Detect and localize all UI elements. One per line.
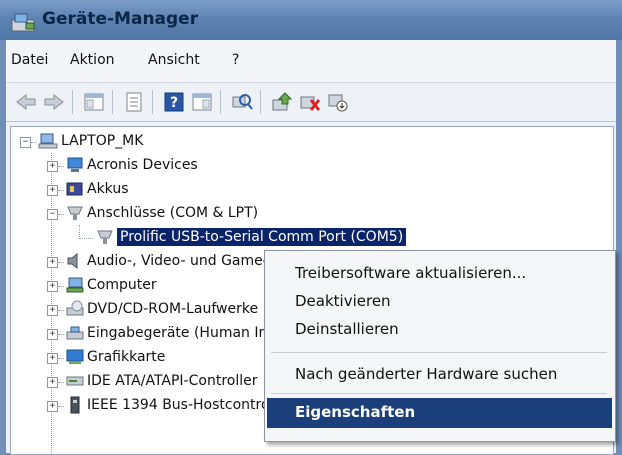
back-arrow-icon[interactable] xyxy=(14,91,38,113)
menu-item-update-driver[interactable]: Treibersoftware aktualisieren... xyxy=(295,264,526,282)
tree-item-label: DVD/CD-ROM-Laufwerke xyxy=(87,301,259,317)
disable-icon[interactable] xyxy=(326,91,350,113)
tree-item-label: Acronis Devices xyxy=(87,157,198,173)
acronis-device-icon xyxy=(67,157,83,172)
expand-expander[interactable]: + xyxy=(47,353,58,364)
ide-controller-icon xyxy=(66,376,84,386)
uninstall-icon[interactable] xyxy=(298,91,322,113)
menu-separator xyxy=(271,352,607,353)
scan-hardware-icon[interactable] xyxy=(230,91,254,113)
window-title: Geräte-Manager xyxy=(42,9,199,29)
toolbar-separator xyxy=(220,90,221,114)
collapse-expander[interactable]: − xyxy=(20,137,31,148)
svg-text:?: ? xyxy=(170,95,178,111)
device-manager-app-icon xyxy=(11,13,35,32)
toolbar-separator xyxy=(112,90,113,114)
tree-item-label: Computer xyxy=(87,277,157,293)
show-hide-tree-icon[interactable] xyxy=(82,91,106,113)
tree-node-root[interactable]: − LAPTOP_MK xyxy=(11,131,611,153)
menu-item-uninstall[interactable]: Deinstallieren xyxy=(295,320,399,338)
port-connector-icon xyxy=(67,206,83,220)
tree-item-label: Prolific USB-to-Serial Comm Port (COM5) xyxy=(117,228,407,246)
menu-help[interactable]: ? xyxy=(232,52,239,68)
menu-item-properties[interactable]: Eigenschaften xyxy=(295,403,415,421)
tree-item-label: Grafikkarte xyxy=(87,349,166,365)
device-manager-window: Geräte-Manager Datei Aktion Ansicht ? ? … xyxy=(0,0,622,455)
tree-item-label: IDE ATA/ATAPI-Controller xyxy=(87,373,258,389)
tree-node[interactable]: − Anschlüsse (COM & LPT) xyxy=(11,203,611,225)
menu-datei[interactable]: Datei xyxy=(11,52,48,68)
tree-item-label: Anschlüsse (COM & LPT) xyxy=(87,205,259,221)
computer-network-icon xyxy=(38,133,58,149)
action-pane-icon[interactable] xyxy=(190,91,214,113)
properties-icon[interactable] xyxy=(122,91,146,113)
tree-node[interactable]: + Akkus xyxy=(11,179,611,201)
expand-expander[interactable]: + xyxy=(47,305,58,316)
toolbar-separator xyxy=(260,90,261,114)
menu-separator xyxy=(271,393,607,394)
context-menu: Treibersoftware aktualisieren... Deaktiv… xyxy=(264,250,616,442)
tree-root-label: LAPTOP_MK xyxy=(61,133,144,149)
collapse-expander[interactable]: − xyxy=(47,209,58,220)
menu-bar: Datei Aktion Ansicht ? xyxy=(6,40,616,83)
title-bar[interactable]: Geräte-Manager xyxy=(0,0,622,40)
expand-expander[interactable]: + xyxy=(47,257,58,268)
tree-item-label: IEEE 1394 Bus-Hostcontroller xyxy=(87,397,292,413)
expand-expander[interactable]: + xyxy=(47,281,58,292)
tree-node-selected[interactable]: Prolific USB-to-Serial Comm Port (COM5) xyxy=(11,227,611,249)
input-device-icon xyxy=(66,326,84,340)
update-driver-icon[interactable] xyxy=(270,91,294,113)
expand-expander[interactable]: + xyxy=(47,329,58,340)
toolbar: ? xyxy=(6,83,616,122)
menu-item-scan-hardware[interactable]: Nach geänderter Hardware suchen xyxy=(295,365,557,383)
expand-expander[interactable]: + xyxy=(47,401,58,412)
tree-node[interactable]: + Acronis Devices xyxy=(11,155,611,177)
port-connector-icon xyxy=(97,230,113,244)
computer-icon xyxy=(66,277,84,293)
menu-aktion[interactable]: Aktion xyxy=(70,52,115,68)
tree-item-label: Akkus xyxy=(87,181,129,197)
menu-item-disable[interactable]: Deaktivieren xyxy=(295,292,391,310)
battery-icon xyxy=(66,182,83,196)
expand-expander[interactable]: + xyxy=(47,185,58,196)
forward-arrow-icon[interactable] xyxy=(42,91,66,113)
expand-expander[interactable]: + xyxy=(47,161,58,172)
speaker-icon xyxy=(67,252,78,270)
toolbar-separator xyxy=(152,90,153,114)
menu-ansicht[interactable]: Ansicht xyxy=(148,52,200,68)
toolbar-separator xyxy=(72,90,73,114)
ieee1394-controller-icon xyxy=(70,396,80,414)
help-icon[interactable]: ? xyxy=(162,91,186,113)
dvd-drive-icon xyxy=(66,300,84,316)
display-adapter-icon xyxy=(66,349,84,364)
expand-expander[interactable]: + xyxy=(47,377,58,388)
